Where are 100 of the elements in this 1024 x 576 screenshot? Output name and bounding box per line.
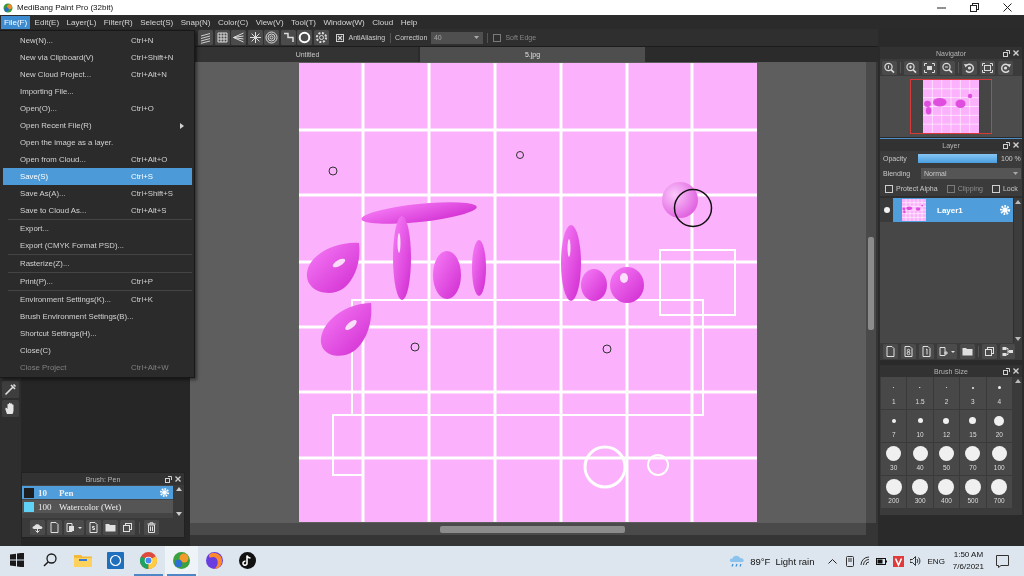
- checkbox[interactable]: [991, 184, 1000, 193]
- vertical-scrollbar[interactable]: [173, 485, 184, 518]
- close-icon[interactable]: [1003, 3, 1012, 12]
- grid-icon[interactable]: [214, 30, 230, 45]
- menu-bar-item[interactable]: Help: [397, 15, 421, 29]
- rotate-left-icon[interactable]: [962, 60, 977, 75]
- brush-dot-icon: [991, 446, 1007, 461]
- battery-icon[interactable]: [875, 557, 887, 565]
- radial-lines-icon[interactable]: [247, 30, 263, 45]
- page-icon[interactable]: [47, 520, 62, 535]
- brush-dot-icon: [912, 446, 928, 461]
- brush-dot-icon: [994, 415, 1005, 426]
- fit-screen-icon[interactable]: [922, 60, 937, 75]
- brush-dot-icon: [964, 478, 981, 495]
- page-icon[interactable]: [883, 344, 898, 359]
- canvas-thumbnail: [923, 80, 979, 133]
- hand-icon[interactable]: [2, 400, 19, 417]
- brush-dot-icon: [943, 417, 950, 424]
- page-with-letter-icon[interactable]: [86, 520, 101, 535]
- perspective-lines-icon[interactable]: [231, 30, 246, 45]
- scroll-up-icon[interactable]: [1015, 200, 1021, 204]
- checkbox[interactable]: [336, 33, 344, 42]
- brush-dot-icon: [917, 418, 923, 423]
- app-tile-icon: [107, 551, 124, 569]
- circle-icon[interactable]: [297, 30, 312, 45]
- menu-bar-item[interactable]: File(F): [1, 15, 31, 29]
- checkbox[interactable]: [885, 184, 893, 193]
- float-window-icon[interactable]: [1003, 49, 1010, 57]
- trash-icon[interactable]: [144, 520, 159, 535]
- curve-icon[interactable]: [280, 30, 296, 45]
- add-page-icon[interactable]: [64, 520, 84, 535]
- parallel-lines-icon[interactable]: [198, 30, 213, 45]
- visibility-toggle[interactable]: [880, 198, 893, 222]
- orb-app-icon: [206, 551, 223, 569]
- float-window-icon[interactable]: [165, 475, 172, 483]
- menu-bar-item[interactable]: Cloud: [369, 15, 397, 29]
- magnifier-icon[interactable]: [882, 60, 897, 75]
- search-icon: [42, 553, 57, 567]
- menu-bar-item[interactable]: Filter(R): [100, 15, 136, 29]
- weather-text[interactable]: Light rain: [775, 555, 815, 567]
- zoom-in-icon[interactable]: [904, 60, 919, 75]
- viewport-frame[interactable]: [910, 79, 992, 134]
- menu-bar-item[interactable]: Window(W): [320, 15, 368, 29]
- menu-bar-item[interactable]: Snap(N): [177, 15, 214, 29]
- vertical-scrollbar[interactable]: [1014, 198, 1022, 343]
- concentric-circles-icon[interactable]: [264, 30, 279, 45]
- zoom-out-icon[interactable]: [940, 60, 955, 75]
- minimize-icon[interactable]: [937, 6, 946, 9]
- app-logo-icon: [3, 2, 13, 13]
- vertical-scrollbar[interactable]: [866, 62, 876, 523]
- frame-icon[interactable]: [980, 60, 995, 75]
- page-with-digit-icon[interactable]: [901, 344, 916, 359]
- restore-icon[interactable]: [970, 3, 979, 12]
- menu-bar-item[interactable]: View(V): [252, 15, 287, 29]
- notification-icon[interactable]: [996, 554, 1009, 568]
- music-note-icon: [239, 551, 256, 569]
- eyedropper-icon[interactable]: [2, 381, 19, 398]
- chevron-up-icon[interactable]: [827, 558, 837, 564]
- clock[interactable]: 1:50 AM 7/6/2021: [952, 549, 984, 573]
- brush-dot-icon: [885, 478, 902, 495]
- temperature-text[interactable]: 89°F: [750, 555, 771, 567]
- wifi-icon[interactable]: [859, 556, 870, 566]
- v-badge-icon[interactable]: [892, 555, 904, 567]
- scroll-down-icon[interactable]: [1015, 337, 1021, 341]
- merge-icon[interactable]: [1000, 344, 1015, 359]
- menu-bar-item[interactable]: Edit(E): [31, 15, 63, 29]
- brush-dot-icon: [891, 418, 896, 423]
- menu-bar-item[interactable]: Layer(L): [63, 15, 100, 29]
- language-indicator[interactable]: ENG: [927, 556, 945, 566]
- speaker-icon[interactable]: [909, 556, 921, 566]
- duplicate-icon[interactable]: [120, 520, 135, 535]
- brush-dot-icon: [969, 417, 977, 424]
- menu-bar-item[interactable]: Color(C): [214, 15, 252, 29]
- brush-dot-icon: [965, 446, 981, 461]
- gear-icon[interactable]: [313, 30, 329, 45]
- brush-dot-icon: [991, 478, 1008, 495]
- browser-icon: [140, 551, 157, 569]
- add-page-icon[interactable]: [937, 344, 957, 359]
- clock-time: 1:50 AM: [953, 549, 984, 561]
- cloud-download-icon[interactable]: [30, 520, 45, 535]
- tablet-icon[interactable]: [845, 555, 854, 567]
- brush-dot-icon: [938, 478, 955, 495]
- scroll-up-icon[interactable]: [1015, 379, 1021, 383]
- float-window-icon[interactable]: [1003, 367, 1010, 375]
- brush-row[interactable]: 100 Watercolor (Wet): [22, 500, 173, 513]
- duplicate-icon[interactable]: [982, 344, 997, 359]
- rotate-right-icon[interactable]: [998, 60, 1013, 75]
- menu-bar-item[interactable]: Select(S): [137, 15, 177, 29]
- scroll-up-icon[interactable]: [175, 487, 182, 491]
- page-with-one-icon[interactable]: [919, 344, 934, 359]
- float-window-icon[interactable]: [1003, 141, 1010, 149]
- horizontal-scrollbar[interactable]: [190, 523, 866, 535]
- folder-icon[interactable]: [960, 344, 975, 359]
- folder-icon[interactable]: [103, 520, 118, 535]
- scroll-down-icon[interactable]: [175, 512, 182, 516]
- brush-dot-icon: [997, 386, 1001, 389]
- menu-bar-item[interactable]: Tool(T): [288, 15, 319, 29]
- opacity-slider[interactable]: [918, 154, 997, 163]
- caret-icon: [1013, 172, 1018, 175]
- paint-app-icon: [173, 551, 190, 569]
